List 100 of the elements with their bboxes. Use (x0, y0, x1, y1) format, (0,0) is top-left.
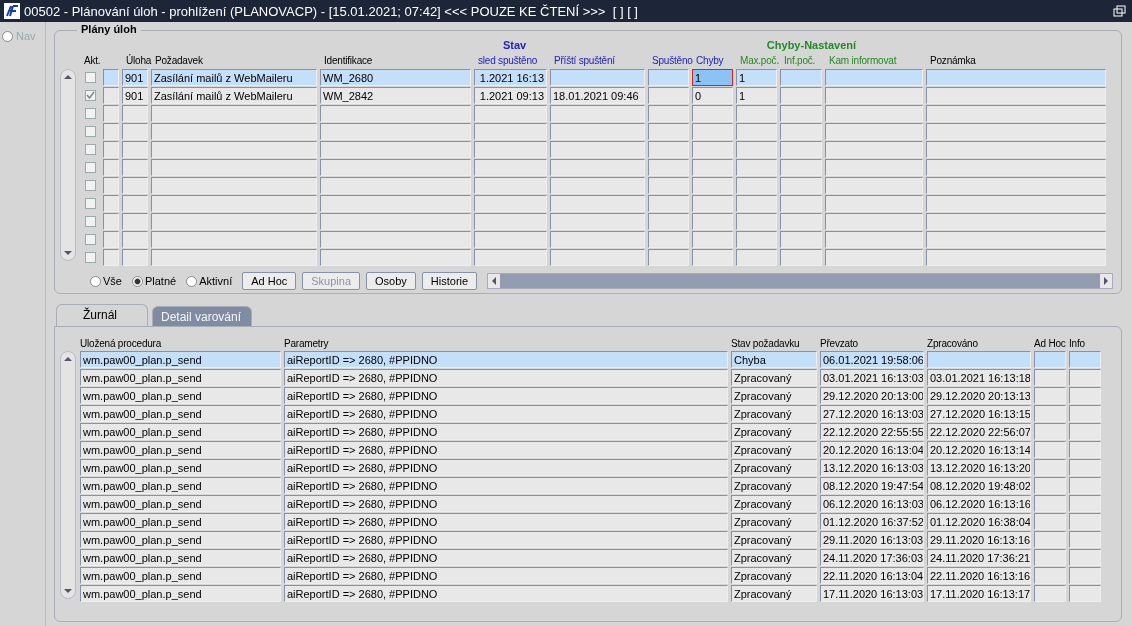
row-selector[interactable] (103, 69, 119, 86)
filter-radio[interactable]: Platné (131, 275, 177, 287)
column-header: Příští spuštění (554, 54, 616, 68)
row-selector[interactable] (103, 195, 119, 212)
table-cell: wm.paw00_plan.p_send (80, 513, 281, 530)
table-cell: 20.12.2020 16:13:14 (927, 441, 1031, 458)
row-selector[interactable] (103, 177, 119, 194)
table-cell: 08.12.2020 19:47:54 (820, 477, 924, 494)
empty-cell (648, 123, 689, 140)
empty-cell (736, 105, 777, 122)
empty-cell (780, 195, 822, 212)
row-selector[interactable] (103, 105, 119, 122)
empty-cell (122, 123, 148, 140)
table-cell (1034, 423, 1066, 440)
empty-cell (692, 159, 733, 176)
column-header: Identifikace (324, 54, 374, 68)
empty-cell (648, 177, 689, 194)
table-cell: wm.paw00_plan.p_send (80, 495, 281, 512)
vertical-scrollbar[interactable] (60, 69, 76, 261)
scroll-down-icon[interactable] (62, 248, 74, 258)
table-cell (1069, 369, 1101, 386)
table-cell (1034, 405, 1066, 422)
table-cell: wm.paw00_plan.p_send (80, 423, 281, 440)
scroll-up-icon[interactable] (62, 72, 74, 82)
tab[interactable]: Žurnál (56, 304, 148, 326)
table-cell: 22.12.2020 22:55:55 (820, 423, 924, 440)
active-checkbox[interactable] (84, 90, 96, 101)
table-cell: 13.12.2020 16:13:20 (927, 459, 1031, 476)
table-cell (1069, 477, 1101, 494)
active-checkbox[interactable] (84, 126, 96, 137)
table-cell (1069, 423, 1101, 440)
active-checkbox[interactable] (84, 234, 96, 245)
restore-icon[interactable] (1112, 3, 1128, 19)
table-cell (1034, 351, 1066, 368)
table-cell: aiReportID => 2680, #PPIDNO (284, 369, 728, 386)
row-selector[interactable] (103, 87, 119, 104)
filter-radio[interactable]: Aktivní (186, 275, 233, 287)
table-cell: aiReportID => 2680, #PPIDNO (284, 423, 728, 440)
active-checkbox[interactable] (84, 198, 96, 209)
action-button[interactable]: Historie (421, 272, 478, 290)
table-cell: aiReportID => 2680, #PPIDNO (284, 441, 728, 458)
horizontal-scrollbar[interactable] (487, 273, 1113, 289)
table-cell: 18.01.2021 09:46 (550, 87, 645, 104)
empty-cell (692, 105, 733, 122)
table-cell: 03.01.2021 16:13:18 (927, 369, 1031, 386)
empty-cell (692, 231, 733, 248)
scroll-right-icon[interactable] (1100, 274, 1112, 288)
table-cell (1069, 585, 1101, 602)
scroll-left-icon[interactable] (488, 274, 501, 288)
scroll-down-icon[interactable] (62, 586, 74, 596)
table-cell: aiReportID => 2680, #PPIDNO (284, 459, 728, 476)
empty-cell (648, 141, 689, 158)
filter-radio[interactable]: Vše (90, 275, 122, 287)
row-selector[interactable] (103, 159, 119, 176)
table-cell: 901 (122, 69, 148, 86)
table-cell (1034, 441, 1066, 458)
table-cell: 24.11.2020 17:36:21 (927, 549, 1031, 566)
table-cell: aiReportID => 2680, #PPIDNO (284, 477, 728, 494)
active-checkbox[interactable] (84, 216, 96, 227)
active-checkbox[interactable] (84, 252, 96, 263)
column-header: Stav požadavku (731, 337, 801, 351)
table-cell: aiReportID => 2680, #PPIDNO (284, 351, 728, 368)
row-selector[interactable] (103, 213, 119, 230)
table-cell: 1 (692, 69, 733, 86)
table-cell (1069, 495, 1101, 512)
empty-cell (692, 249, 733, 266)
empty-cell (780, 69, 822, 86)
vertical-scrollbar[interactable] (60, 351, 76, 599)
active-checkbox[interactable] (84, 144, 96, 155)
group-header: Chyby-Nastavení (765, 39, 858, 51)
column-header: Kam informovat (829, 54, 898, 68)
action-button[interactable]: Osoby (366, 272, 416, 290)
table-cell: Zpracovaný (731, 387, 817, 404)
table-cell: aiReportID => 2680, #PPIDNO (284, 513, 728, 530)
row-selector[interactable] (103, 141, 119, 158)
table-cell (1034, 495, 1066, 512)
row-selector[interactable] (103, 249, 119, 266)
table-cell (1069, 513, 1101, 530)
row-selector[interactable] (103, 123, 119, 140)
active-checkbox[interactable] (84, 180, 96, 191)
scroll-up-icon[interactable] (62, 354, 74, 364)
action-button[interactable]: Ad Hoc (242, 272, 297, 290)
empty-cell (780, 177, 822, 194)
table-cell: Zpracovaný (731, 513, 817, 530)
table-cell: 29.12.2020 20:13:00 (820, 387, 924, 404)
table-cell: aiReportID => 2680, #PPIDNO (284, 567, 728, 584)
column-header: Info (1069, 337, 1086, 351)
active-checkbox[interactable] (84, 108, 96, 119)
row-selector[interactable] (103, 231, 119, 248)
empty-cell (122, 195, 148, 212)
table-cell: 17.11.2020 16:13:03 (820, 585, 924, 602)
table-cell: wm.paw00_plan.p_send (80, 531, 281, 548)
active-checkbox[interactable] (84, 162, 96, 173)
table-cell: 06.12.2020 16:13:03 (820, 495, 924, 512)
table-cell (1034, 369, 1066, 386)
table-cell: Zpracovaný (731, 477, 817, 494)
empty-cell (736, 213, 777, 230)
empty-cell (780, 159, 822, 176)
table-cell: wm.paw00_plan.p_send (80, 567, 281, 584)
active-checkbox[interactable] (84, 72, 96, 83)
